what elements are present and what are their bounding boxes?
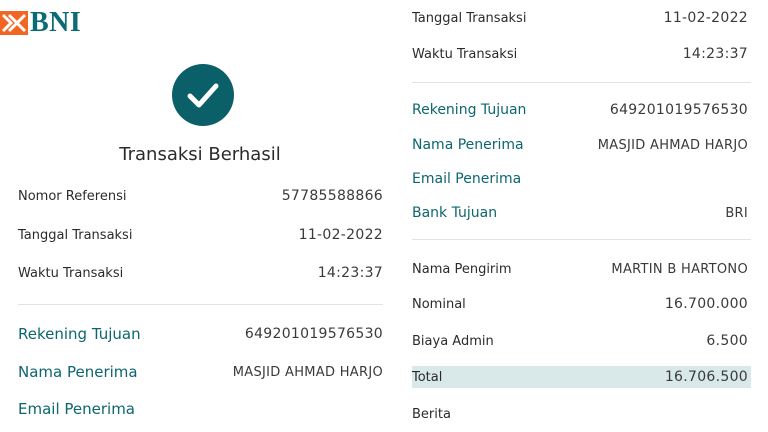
row-value: 16.700.000 bbox=[664, 296, 748, 312]
row-label: Total bbox=[412, 369, 443, 385]
row-label: Nama Pengirim bbox=[412, 261, 512, 277]
row-value: MARTIN B HARTONO bbox=[611, 261, 748, 277]
transaction-status-title: Transaksi Berhasil bbox=[119, 144, 281, 165]
destination-account-row: Rekening Tujuan 649201019576530 bbox=[412, 98, 748, 122]
row-label: Nomor Referensi bbox=[18, 188, 127, 204]
row-value: 649201019576530 bbox=[244, 326, 383, 342]
section-divider bbox=[18, 304, 383, 305]
row-value: 14:23:37 bbox=[682, 46, 748, 62]
transaction-time-row: Waktu Transaksi 14:23:37 bbox=[412, 42, 748, 66]
nominal-row: Nominal 16.700.000 bbox=[412, 292, 748, 316]
row-value: 14:23:37 bbox=[317, 265, 383, 281]
message-row: Berita bbox=[412, 402, 748, 426]
row-value: BRI bbox=[725, 205, 748, 221]
row-label: Bank Tujuan bbox=[412, 205, 498, 221]
row-value: 6.500 bbox=[706, 333, 748, 349]
recipient-email-row: Email Penerima bbox=[412, 167, 748, 191]
row-value: MASJID AHMAD HARJO bbox=[232, 364, 383, 380]
row-value: 16.706.500 bbox=[664, 369, 748, 385]
admin-fee-row: Biaya Admin 6.500 bbox=[412, 329, 748, 353]
row-label: Waktu Transaksi bbox=[412, 46, 518, 62]
section-divider bbox=[412, 82, 751, 83]
row-label: Rekening Tujuan bbox=[18, 325, 141, 343]
section-divider bbox=[412, 239, 751, 240]
row-value: 11-02-2022 bbox=[298, 227, 383, 243]
row-label: Email Penerima bbox=[412, 171, 522, 187]
bni-logo-mark-icon bbox=[0, 11, 28, 35]
bni-logo: BNI bbox=[0, 8, 81, 38]
row-label: Nama Penerima bbox=[412, 137, 524, 153]
receipt-right-panel: Tanggal Transaksi 11-02-2022 Waktu Trans… bbox=[404, 0, 768, 432]
row-label: Email Penerima bbox=[18, 400, 135, 418]
total-row: Total 16.706.500 bbox=[412, 365, 748, 389]
transaction-time-row: Waktu Transaksi 14:23:37 bbox=[18, 261, 383, 285]
success-check-icon bbox=[172, 64, 234, 126]
row-value: MASJID AHMAD HARJO bbox=[597, 137, 748, 153]
row-value: 649201019576530 bbox=[609, 102, 748, 118]
row-label: Biaya Admin bbox=[412, 333, 494, 349]
transaction-date-row: Tanggal Transaksi 11-02-2022 bbox=[412, 6, 748, 30]
destination-bank-row: Bank Tujuan BRI bbox=[412, 201, 748, 225]
row-label: Nominal bbox=[412, 296, 466, 312]
bni-logo-text: BNI bbox=[30, 7, 82, 38]
row-label: Rekening Tujuan bbox=[412, 102, 527, 118]
destination-account-row: Rekening Tujuan 649201019576530 bbox=[18, 322, 383, 346]
receipt-left-panel: BNI Transaksi Berhasil Nomor Referensi 5… bbox=[0, 0, 400, 432]
row-value: 11-02-2022 bbox=[663, 10, 748, 26]
recipient-name-row: Nama Penerima MASJID AHMAD HARJO bbox=[18, 360, 383, 384]
reference-number-row: Nomor Referensi 57785588866 bbox=[18, 184, 383, 208]
row-label: Tanggal Transaksi bbox=[412, 10, 527, 26]
row-label: Waktu Transaksi bbox=[18, 265, 124, 281]
row-value: 57785588866 bbox=[281, 188, 383, 204]
recipient-name-row: Nama Penerima MASJID AHMAD HARJO bbox=[412, 133, 748, 157]
row-label: Berita bbox=[412, 406, 451, 422]
recipient-email-row: Email Penerima bbox=[18, 397, 383, 421]
transaction-date-row: Tanggal Transaksi 11-02-2022 bbox=[18, 223, 383, 247]
sender-name-row: Nama Pengirim MARTIN B HARTONO bbox=[412, 257, 748, 281]
row-label: Nama Penerima bbox=[18, 363, 138, 381]
row-label: Tanggal Transaksi bbox=[18, 227, 133, 243]
